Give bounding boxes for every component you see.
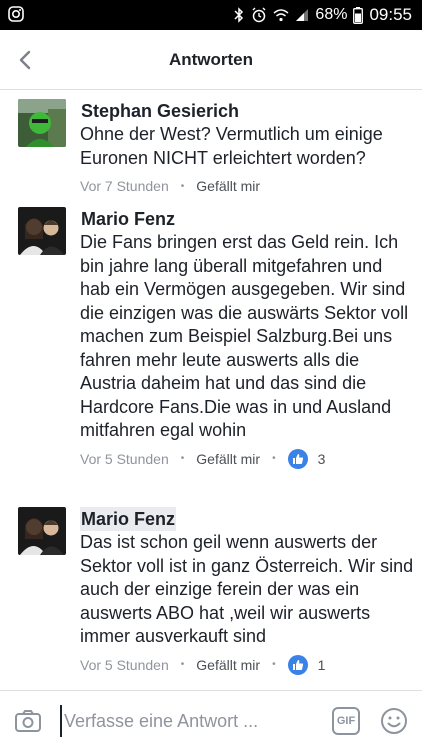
comment-timestamp: Vor 7 Stunden xyxy=(80,178,169,194)
like-button[interactable]: Gefällt mir xyxy=(196,178,260,194)
like-button[interactable]: Gefällt mir xyxy=(196,451,260,467)
separator-dot: • xyxy=(180,659,185,670)
comment-author[interactable]: Stephan Gesierich xyxy=(80,99,240,123)
alarm-icon xyxy=(251,7,267,23)
camera-icon[interactable] xyxy=(14,707,42,735)
comment-text: Die Fans bringen erst das Geld rein. Ich… xyxy=(80,232,409,440)
reaction-count: 3 xyxy=(317,450,326,467)
separator-dot: • xyxy=(272,659,276,670)
comment-timestamp: Vor 5 Stunden xyxy=(80,656,169,673)
wifi-icon xyxy=(273,8,289,22)
comment-author[interactable]: Mario Fenz xyxy=(80,507,177,531)
separator-dot: • xyxy=(180,180,185,192)
battery-percent: 68% xyxy=(315,6,348,23)
reaction-summary[interactable]: 3 xyxy=(287,448,326,469)
battery-icon xyxy=(353,6,364,24)
thumbs-up-icon xyxy=(287,448,308,469)
clock-time: 09:55 xyxy=(369,5,412,24)
header-bar: Antworten xyxy=(0,30,422,90)
signal-icon xyxy=(295,8,309,22)
reply-input[interactable] xyxy=(60,705,310,737)
gif-button[interactable]: GIF xyxy=(332,707,360,735)
avatar[interactable] xyxy=(18,207,66,255)
comment-author[interactable]: Mario Fenz xyxy=(80,207,176,231)
like-button[interactable]: Gefällt mir xyxy=(196,657,260,673)
avatar[interactable] xyxy=(18,99,66,147)
separator-dot: • xyxy=(180,453,185,464)
separator-dot: • xyxy=(272,453,276,464)
reaction-summary[interactable]: 1 xyxy=(287,654,326,675)
comment-text: Ohne der West? Vermutlich um einige Euro… xyxy=(80,124,383,168)
avatar[interactable] xyxy=(18,507,66,555)
comment-text: Das ist schon geil wenn auswerts der Sek… xyxy=(80,532,414,646)
status-bar: 68% 09:55 xyxy=(0,0,422,30)
avatar[interactable] xyxy=(18,683,66,689)
bluetooth-icon xyxy=(233,7,245,23)
emoji-icon[interactable] xyxy=(380,707,408,735)
comment-timestamp: Vor 5 Stunden xyxy=(80,450,169,467)
page-title: Antworten xyxy=(168,50,254,69)
comment-list: Stephan Gesierich Ohne der West? Vermutl… xyxy=(0,91,422,689)
reaction-count: 1 xyxy=(317,656,326,673)
reply-composer: GIF xyxy=(0,690,422,750)
thumbs-up-icon xyxy=(287,654,308,675)
instagram-icon xyxy=(8,6,26,24)
